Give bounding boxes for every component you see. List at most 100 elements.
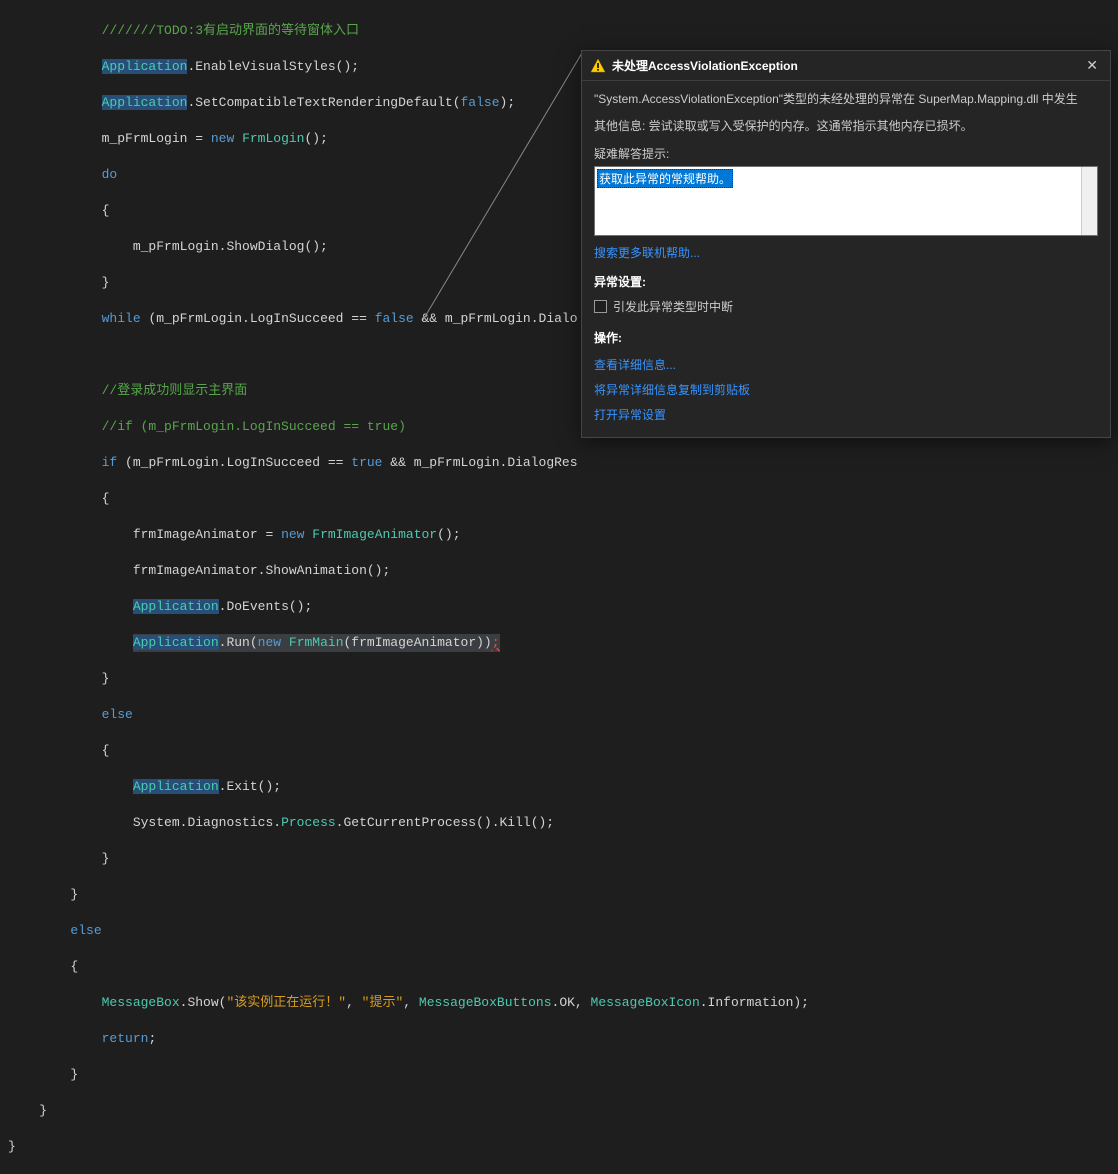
type-application: Application — [102, 59, 188, 74]
brace: { — [70, 959, 78, 974]
search-online-link[interactable]: 搜索更多联机帮助... — [594, 246, 700, 260]
kw-false: false — [461, 95, 500, 110]
error-squiggle: ; — [492, 635, 500, 650]
exception-message-1: "System.AccessViolationException"类型的未经处理… — [594, 91, 1098, 108]
code-text: && m_pFrmLogin.Dialo — [414, 311, 578, 326]
space — [234, 131, 242, 146]
string-literal: "该实例正在运行！" — [226, 995, 346, 1010]
kw-true: true — [351, 455, 382, 470]
indent — [8, 779, 133, 794]
brace: } — [102, 671, 110, 686]
space — [281, 635, 289, 650]
highlighted-exception-line: Application.Run(new FrmMain(frmImageAnim… — [133, 634, 500, 652]
comment: //if (m_pFrmLogin.LogInSucceed == true) — [102, 419, 406, 434]
indent — [8, 599, 133, 614]
indent — [8, 491, 102, 506]
code-text: m_pFrmLogin = — [102, 131, 211, 146]
code-text: (); — [304, 131, 327, 146]
code-text: && m_pFrmLogin.DialogRes — [383, 455, 578, 470]
indent — [8, 707, 102, 722]
actions-title: 操作: — [594, 329, 1098, 346]
code-text: .Run( — [219, 635, 258, 650]
code-text: ); — [500, 95, 516, 110]
actions-section: 操作: 查看详细信息... 将异常详细信息复制到剪贴板 打开异常设置 — [594, 329, 1098, 427]
code-text: ; — [148, 1031, 156, 1046]
copy-details-link[interactable]: 将异常详细信息复制到剪贴板 — [594, 377, 1098, 402]
indent — [8, 419, 102, 434]
scrollbar[interactable] — [1081, 167, 1097, 235]
exception-message-2: 其他信息: 尝试读取或写入受保护的内存。这通常指示其他内存已损坏。 — [594, 118, 1098, 135]
indent — [8, 455, 102, 470]
indent — [8, 527, 102, 542]
indent — [8, 995, 102, 1010]
indent — [8, 59, 102, 74]
indent — [8, 23, 102, 38]
kw-else: else — [70, 923, 101, 938]
indent — [8, 383, 102, 398]
exception-settings-section: 异常设置: 引发此异常类型时中断 — [594, 273, 1098, 317]
code-text: (m_pFrmLogin.LogInSucceed == — [141, 311, 375, 326]
type-application: Application — [133, 635, 219, 650]
indent — [8, 239, 102, 254]
kw-new: new — [211, 131, 234, 146]
kw-if: if — [102, 455, 118, 470]
indent — [8, 743, 102, 758]
kw-new: new — [258, 635, 281, 650]
checkbox-label: 引发此异常类型时中断 — [613, 298, 733, 315]
popup-title: 未处理AccessViolationException — [612, 57, 1082, 74]
exception-popup: 未处理AccessViolationException ✕ "System.Ac… — [581, 50, 1111, 438]
close-button[interactable]: ✕ — [1082, 57, 1102, 74]
indent — [8, 635, 133, 650]
indent — [8, 851, 102, 866]
code-text: .DoEvents(); — [219, 599, 313, 614]
type-frmia: FrmImageAnimator — [312, 527, 437, 542]
type-mbi: MessageBoxIcon — [591, 995, 700, 1010]
hint-item-selected[interactable]: 获取此异常的常规帮助。 — [597, 169, 733, 188]
kw-do: do — [102, 167, 118, 182]
code-text: System.Diagnostics. — [102, 815, 281, 830]
code-text: .SetCompatibleTextRenderingDefault( — [187, 95, 460, 110]
indent — [8, 923, 70, 938]
kw-new: new — [281, 527, 304, 542]
indent — [8, 1031, 102, 1046]
view-details-link[interactable]: 查看详细信息... — [594, 352, 1098, 377]
type-process: Process — [281, 815, 336, 830]
open-exception-settings-link[interactable]: 打开异常设置 — [594, 402, 1098, 427]
comment: //登录成功则显示主界面 — [102, 383, 248, 398]
type-application: Application — [133, 779, 219, 794]
type-application: Application — [133, 599, 219, 614]
indent — [8, 95, 102, 110]
code-text: .Information); — [700, 995, 809, 1010]
kw-return: return — [102, 1031, 149, 1046]
comment-todo: ///////TODO:3有启动界面的等待窗体入口 — [102, 23, 359, 38]
brace: { — [102, 203, 110, 218]
indent — [8, 311, 102, 326]
indent — [8, 1067, 70, 1082]
popup-header: 未处理AccessViolationException ✕ — [582, 51, 1110, 81]
code-text: .Show( — [180, 995, 227, 1010]
type-mbb: MessageBoxButtons — [419, 995, 552, 1010]
hint-listbox[interactable]: 获取此异常的常规帮助。 — [594, 166, 1098, 236]
indent — [8, 959, 70, 974]
code-text: .EnableVisualStyles(); — [187, 59, 359, 74]
code-text: .OK, — [552, 995, 591, 1010]
kw-while: while — [102, 311, 141, 326]
code-text: .Exit(); — [219, 779, 281, 794]
brace: } — [70, 1067, 78, 1082]
popup-body: "System.AccessViolationException"类型的未经处理… — [582, 81, 1110, 437]
warning-icon — [590, 58, 606, 74]
brace: { — [102, 491, 110, 506]
settings-title: 异常设置: — [594, 273, 1098, 290]
brace: } — [8, 1139, 16, 1154]
indent — [8, 1103, 39, 1118]
type-messagebox: MessageBox — [102, 995, 180, 1010]
kw-else: else — [102, 707, 133, 722]
indent — [8, 131, 102, 146]
string-literal: "提示" — [362, 995, 404, 1010]
indent — [8, 671, 102, 686]
indent — [8, 203, 102, 218]
indent — [8, 887, 70, 902]
break-on-throw-checkbox[interactable]: 引发此异常类型时中断 — [594, 296, 1098, 317]
indent — [8, 563, 102, 578]
type-frmmain: FrmMain — [289, 635, 344, 650]
